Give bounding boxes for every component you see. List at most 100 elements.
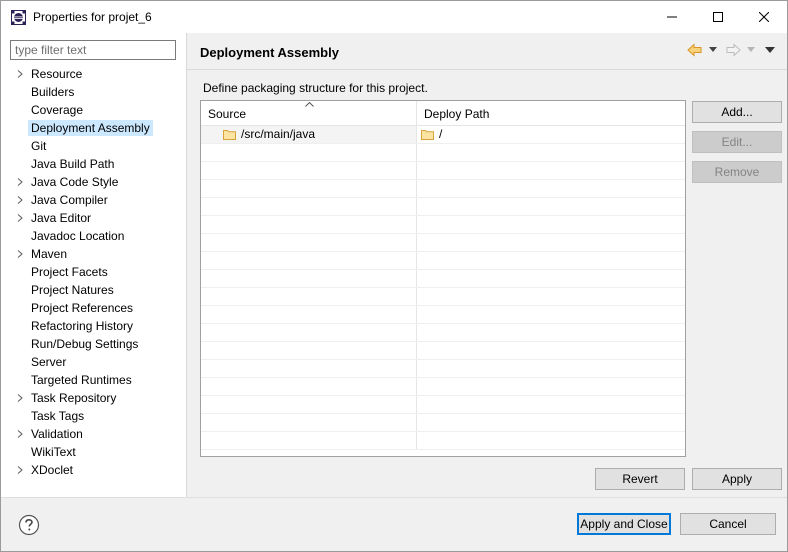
nav-item-label: Targeted Runtimes: [31, 373, 132, 387]
source-value: /src/main/java: [241, 127, 316, 141]
nav-item-project-references[interactable]: Project References: [1, 299, 185, 317]
deploy-path-cell: [417, 288, 685, 305]
view-menu-icon[interactable]: [765, 47, 775, 54]
nav-item-coverage[interactable]: Coverage: [1, 101, 185, 119]
nav-item-java-editor[interactable]: Java Editor: [1, 209, 185, 227]
deploy-path-cell: [417, 144, 685, 161]
nav-item-label: Deployment Assembly: [28, 120, 153, 136]
nav-item-label: Java Editor: [31, 211, 92, 225]
table-row: [201, 252, 685, 270]
table-row: [201, 306, 685, 324]
deploy-path-cell: [417, 432, 685, 449]
chevron-right-icon[interactable]: [16, 70, 24, 78]
table-row: [201, 432, 685, 450]
source-cell: [201, 414, 417, 431]
nav-item-javadoc-location[interactable]: Javadoc Location: [1, 227, 185, 245]
nav-item-java-code-style[interactable]: Java Code Style: [1, 173, 185, 191]
add-button[interactable]: Add...: [692, 101, 782, 123]
nav-item-builders[interactable]: Builders: [1, 83, 185, 101]
properties-nav-tree: Resource Builders Coverage Deployment Assem…: [1, 65, 185, 479]
nav-item-refactoring-history[interactable]: Refactoring History: [1, 317, 185, 335]
source-cell: [201, 270, 417, 287]
nav-item-java-compiler[interactable]: Java Compiler: [1, 191, 185, 209]
nav-item-targeted-runtimes[interactable]: Targeted Runtimes: [1, 371, 185, 389]
close-button[interactable]: [741, 1, 787, 33]
table-row[interactable]: /src/main/java /: [201, 126, 685, 144]
forward-arrow-icon: [726, 43, 741, 57]
nav-item-label: Server: [31, 355, 67, 369]
nav-item-label: Builders: [31, 85, 75, 99]
chevron-right-icon[interactable]: [16, 394, 24, 402]
chevron-right-icon[interactable]: [16, 214, 24, 222]
chevron-right-icon[interactable]: [16, 196, 24, 204]
nav-item-java-build-path[interactable]: Java Build Path: [1, 155, 185, 173]
filter-input[interactable]: [10, 40, 176, 60]
source-cell: /src/main/java: [201, 126, 417, 143]
deploy-path-cell: [417, 180, 685, 197]
table-row: [201, 216, 685, 234]
maximize-button[interactable]: [695, 1, 741, 33]
column-header-source[interactable]: Source: [201, 101, 417, 126]
close-icon: [759, 12, 769, 22]
nav-item-task-repository[interactable]: Task Repository: [1, 389, 185, 407]
maximize-icon: [713, 12, 723, 22]
deploy-path-cell: [417, 306, 685, 323]
cancel-button[interactable]: Cancel: [680, 513, 776, 535]
table-row: [201, 270, 685, 288]
nav-item-label: Project Facets: [31, 265, 108, 279]
nav-item-task-tags[interactable]: Task Tags: [1, 407, 185, 425]
table-row: [201, 360, 685, 378]
source-cell: [201, 288, 417, 305]
nav-item-project-natures[interactable]: Project Natures: [1, 281, 185, 299]
back-dropdown-icon[interactable]: [709, 47, 717, 53]
source-cell: [201, 324, 417, 341]
nav-item-resource[interactable]: Resource: [1, 65, 185, 83]
nav-item-maven[interactable]: Maven: [1, 245, 185, 263]
remove-button[interactable]: Remove: [692, 161, 782, 183]
table-row: [201, 234, 685, 252]
nav-item-project-facets[interactable]: Project Facets: [1, 263, 185, 281]
nav-item-validation[interactable]: Validation: [1, 425, 185, 443]
sort-ascending-icon: [305, 102, 314, 107]
back-arrow-icon[interactable]: [687, 43, 703, 57]
nav-item-deployment-assembly[interactable]: Deployment Assembly: [1, 119, 185, 137]
chevron-right-icon[interactable]: [16, 178, 24, 186]
apply-and-close-button[interactable]: Apply and Close: [577, 513, 671, 535]
nav-item-wikitext[interactable]: WikiText: [1, 443, 185, 461]
chevron-right-icon[interactable]: [16, 466, 24, 474]
assembly-table: Source Deploy Path /src/main/java /: [200, 100, 686, 457]
apply-button[interactable]: Apply: [692, 468, 782, 490]
revert-button[interactable]: Revert: [595, 468, 685, 490]
source-cell: [201, 432, 417, 449]
deploy-path-cell: [417, 198, 685, 215]
minimize-button[interactable]: [649, 1, 695, 33]
help-icon[interactable]: [18, 514, 40, 536]
table-row: [201, 288, 685, 306]
folder-icon: [223, 129, 236, 140]
chevron-right-icon[interactable]: [16, 430, 24, 438]
nav-item-server[interactable]: Server: [1, 353, 185, 371]
source-cell: [201, 234, 417, 251]
edit-button[interactable]: Edit...: [692, 131, 782, 153]
deploy-path-value: /: [439, 127, 443, 141]
table-row: [201, 144, 685, 162]
nav-item-label: Javadoc Location: [31, 229, 125, 243]
nav-item-label: Validation: [31, 427, 83, 441]
column-label-deploy-path: Deploy Path: [424, 107, 490, 121]
nav-item-label: Project References: [31, 301, 134, 315]
chevron-right-icon[interactable]: [16, 250, 24, 258]
table-header: Source Deploy Path: [201, 101, 685, 126]
deploy-path-cell: [417, 414, 685, 431]
page-content: Define packaging structure for this proj…: [187, 70, 787, 497]
table-row: [201, 342, 685, 360]
nav-item-git[interactable]: Git: [1, 137, 185, 155]
nav-item-label: Task Repository: [31, 391, 117, 405]
nav-item-xdoclet[interactable]: XDoclet: [1, 461, 185, 479]
deploy-path-cell: /: [417, 126, 685, 143]
deploy-path-cell: [417, 396, 685, 413]
deploy-path-cell: [417, 234, 685, 251]
nav-item-run-debug-settings[interactable]: Run/Debug Settings: [1, 335, 185, 353]
nav-item-label: Coverage: [31, 103, 84, 117]
dialog-footer: Apply and Close Cancel: [1, 497, 787, 551]
column-header-deploy-path[interactable]: Deploy Path: [417, 101, 685, 126]
